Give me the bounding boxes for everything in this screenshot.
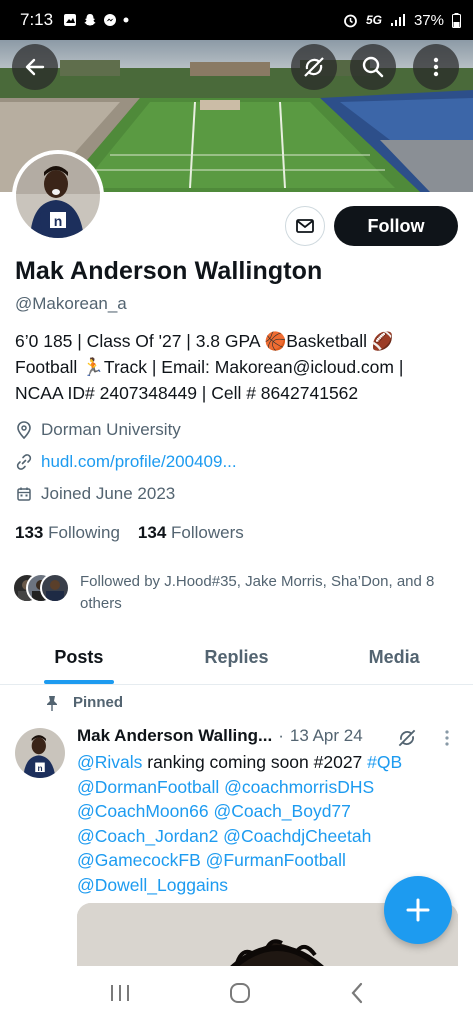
- pinned-indicator: Pinned: [45, 694, 123, 711]
- avatar-image: n: [16, 154, 100, 238]
- followers-count: 134: [137, 523, 167, 542]
- website-row[interactable]: hudl.com/profile/200409...: [15, 452, 237, 472]
- mention-line[interactable]: @DormanFootball @coachmorrisDHS: [77, 775, 457, 800]
- post-more-button[interactable]: [443, 729, 451, 752]
- location-pin-icon: [17, 421, 31, 439]
- sync-off-icon: [304, 57, 324, 77]
- pinned-label: Pinned: [73, 694, 124, 711]
- more-button[interactable]: [413, 44, 459, 90]
- post-avatar[interactable]: n: [15, 728, 65, 778]
- post-separator: ·: [278, 726, 284, 745]
- back-button[interactable]: [12, 44, 58, 90]
- plus-icon: [406, 898, 430, 922]
- bio-line: Football 🏃Track | Email: Makorean@icloud…: [15, 357, 404, 377]
- following-link[interactable]: 133 Following: [15, 523, 120, 543]
- network-type: 5G: [365, 13, 382, 27]
- calendar-icon: [17, 487, 31, 501]
- compose-post-button[interactable]: [384, 876, 452, 944]
- mention-link[interactable]: @Rivals: [77, 752, 142, 772]
- notification-icons: [63, 13, 129, 27]
- followers-label: Followers: [171, 523, 244, 542]
- dot-icon: [123, 17, 129, 23]
- tab-posts[interactable]: Posts: [0, 630, 158, 684]
- battery-percent: 37%: [413, 11, 444, 29]
- post-date: 13 Apr 24: [289, 726, 363, 745]
- follow-counts: 133 Following 134 Followers: [15, 523, 244, 543]
- system-nav-bar: [0, 966, 473, 1024]
- profile-bio: 6’0 185 | Class Of '27 | 3.8 GPA 🏀Basket…: [15, 328, 455, 406]
- follow-button[interactable]: Follow: [334, 206, 458, 246]
- joined-text: Joined June 2023: [41, 484, 176, 503]
- hashtag-link[interactable]: #QB: [367, 752, 402, 772]
- svg-text:n: n: [54, 213, 63, 229]
- search-button[interactable]: [350, 44, 396, 90]
- mention-line[interactable]: @Coach_Jordan2 @CoachdjCheetah: [77, 824, 457, 849]
- snapchat-icon: [84, 14, 96, 26]
- website-link[interactable]: hudl.com/profile/200409...: [41, 452, 237, 472]
- mutual-avatars: [12, 573, 72, 605]
- home-button[interactable]: [229, 982, 251, 1009]
- mail-icon: [296, 219, 314, 233]
- post-text: @Rivals ranking coming soon #2027 #QB @D…: [77, 750, 457, 897]
- more-vertical-icon: [445, 730, 449, 746]
- recents-button[interactable]: [109, 983, 131, 1008]
- alarm-icon: [344, 14, 357, 27]
- location-text: Dorman University: [41, 420, 181, 439]
- messenger-icon: [104, 14, 117, 26]
- sync-off-button[interactable]: [291, 44, 337, 90]
- following-count: 133: [15, 523, 44, 542]
- more-vertical-icon: [433, 57, 439, 77]
- signal-icon: [390, 14, 405, 26]
- tab-replies[interactable]: Replies: [158, 630, 316, 684]
- post-avatar-image: n: [15, 728, 65, 778]
- followers-link[interactable]: 134 Followers: [138, 523, 244, 543]
- gallery-icon: [64, 14, 77, 26]
- search-icon: [362, 56, 384, 78]
- mention-line[interactable]: @CoachMoon66 @Coach_Boyd77: [77, 799, 457, 824]
- post-text-fragment: ranking coming soon #2027: [142, 752, 368, 772]
- chevron-left-icon: [351, 982, 362, 1003]
- home-icon: [230, 982, 251, 1003]
- followed-by[interactable]: Followed by J.Hood#35, Jake Morris, Sha’…: [12, 571, 462, 615]
- status-time: 7:13: [20, 10, 54, 29]
- message-button[interactable]: [285, 206, 325, 246]
- profile-name: Mak Anderson Wallington: [15, 257, 323, 285]
- arrow-left-icon: [25, 58, 45, 76]
- bio-line: NCAA ID# 2407348449 | Cell # 8642741562: [15, 383, 359, 403]
- status-bar: 7:13 5G 37%: [0, 0, 473, 40]
- sync-off-icon: [398, 729, 416, 747]
- back-nav-button[interactable]: [350, 982, 364, 1009]
- mention-line[interactable]: @GamecockFB @FurmanFootball: [77, 848, 457, 873]
- mutual-avatar: [40, 573, 70, 603]
- battery-icon: [452, 12, 461, 28]
- joined-row: Joined June 2023: [15, 484, 175, 504]
- link-icon: [16, 454, 32, 470]
- location-row: Dorman University: [15, 420, 181, 440]
- post-author[interactable]: Mak Anderson Walling...: [77, 726, 272, 746]
- tab-media[interactable]: Media: [315, 630, 473, 684]
- followed-by-text: Followed by J.Hood#35, Jake Morris, Sha’…: [80, 573, 435, 612]
- svg-text:n: n: [37, 763, 42, 773]
- recents-icon: [111, 984, 130, 1001]
- profile-tabs: Posts Replies Media: [0, 630, 473, 685]
- pin-icon: [47, 695, 57, 711]
- profile-handle: @Makorean_a: [15, 294, 127, 313]
- profile-avatar[interactable]: n: [12, 150, 104, 242]
- bio-line: 6’0 185 | Class Of '27 | 3.8 GPA 🏀Basket…: [15, 331, 394, 351]
- following-label: Following: [48, 523, 120, 542]
